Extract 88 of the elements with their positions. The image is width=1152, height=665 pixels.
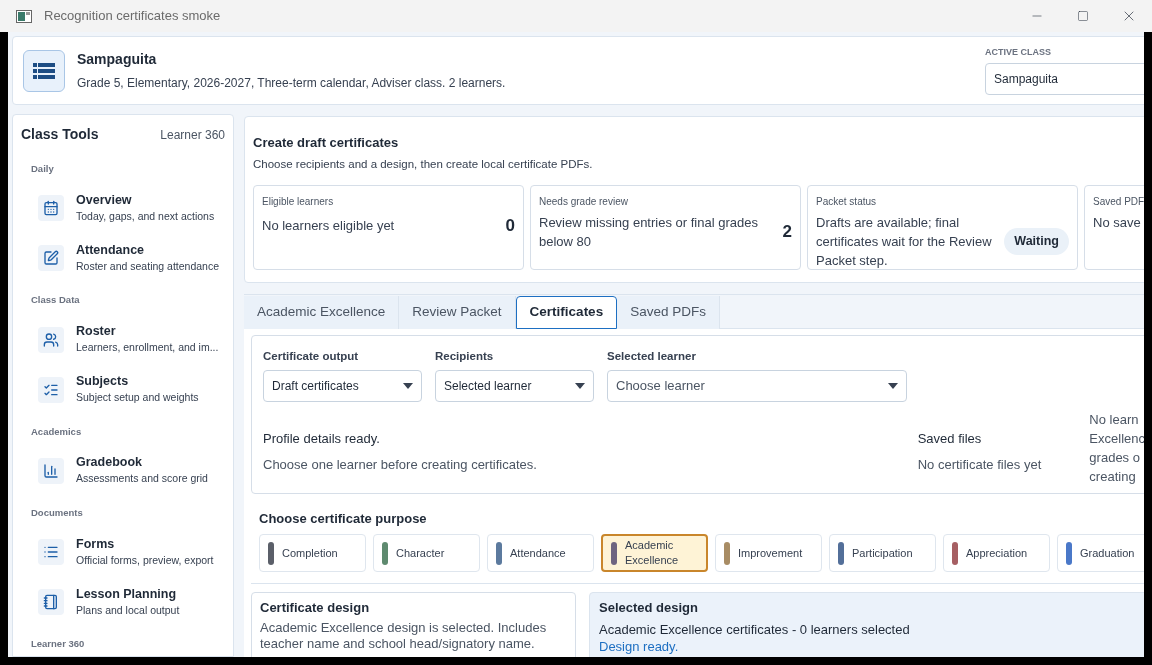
active-class-label: ACTIVE CLASS <box>985 46 1052 60</box>
item-title: Overview <box>76 191 133 208</box>
section-label: Daily <box>31 162 55 176</box>
purpose-option[interactable]: Graduation <box>1057 534 1144 573</box>
select-field[interactable]: Choose learner <box>607 370 907 402</box>
item-title: Roster <box>76 323 117 340</box>
item-subtitle: Plans and local output <box>76 602 180 618</box>
window-title: Recognition certificates smoke <box>44 7 221 26</box>
field-label: Selected learner <box>607 348 697 364</box>
sidebar-item[interactable]: Forms Official forms, preview, export <box>21 527 225 577</box>
people-icon <box>38 326 64 353</box>
select-field[interactable]: Selected learner <box>435 370 594 402</box>
summary-title: Create draft certificates <box>253 134 400 152</box>
maximize-icon <box>1077 10 1089 22</box>
item-subtitle: Subject setup and weights <box>76 390 199 406</box>
item-subtitle: Assessments and score grid <box>76 471 208 487</box>
purpose-option[interactable]: Academic Excellence <box>601 534 708 573</box>
section-label: Class Data <box>31 293 81 308</box>
selected-design-title: Selected design <box>599 599 699 618</box>
status-title: Profile details ready. <box>263 430 381 448</box>
stat-value: 0 <box>505 214 515 237</box>
stat-label: Eligible learners <box>262 194 335 209</box>
caret-icon <box>888 383 898 389</box>
purpose-option[interactable]: Attendance <box>487 534 594 573</box>
item-subtitle: Learners, enrollment, and im... <box>76 340 219 356</box>
sidebar-item[interactable]: Attendance Roster and seating attendance <box>21 233 225 284</box>
active-class-field[interactable]: Sampaguita <box>985 62 1144 95</box>
item-title: Attendance <box>76 241 146 258</box>
purpose-option[interactable]: Participation <box>829 534 936 573</box>
files-title: Saved files <box>917 430 983 448</box>
table-icon <box>23 49 65 92</box>
select-field[interactable]: Draft certificates <box>263 370 422 402</box>
summary-subtitle: Choose recipients and a design, then create local certificate PDFs. <box>253 156 594 172</box>
design-text: Academic Excellence design is selected. Includes teacher name and school head/signatory name. <box>260 619 548 652</box>
item-title: Gradebook <box>76 454 143 471</box>
item-subtitle: Official forms, preview, export <box>76 552 214 568</box>
sidebar-item[interactable]: Subjects Subject setup and weights <box>21 364 225 415</box>
purpose-option[interactable]: Appreciation <box>943 534 1050 573</box>
learner-360-link[interactable]: Learner 360 <box>160 125 225 144</box>
sidebar-item[interactable]: Overview Today, gaps, and next actions <box>21 183 225 234</box>
checklist-icon <box>38 376 64 403</box>
files-text: No certificate files yet <box>917 455 1043 474</box>
item-title: Forms <box>76 535 116 552</box>
purpose-title: Choose certificate purpose <box>259 509 428 528</box>
design-status: Design ready. <box>599 638 680 655</box>
chart-icon <box>38 457 64 484</box>
sidebar-title: Class Tools <box>21 125 99 144</box>
stat-label: Needs grade review <box>539 194 629 209</box>
class-title: Sampaguita <box>77 50 158 69</box>
stat-text: No learners eligible yet <box>262 217 396 235</box>
item-subtitle: Today, gaps, and next actions <box>76 208 215 224</box>
stat-text: Drafts are available; final certificates wait for the Review Packet step. <box>816 213 993 269</box>
item-subtitle: Roster and seating attendance <box>76 258 220 274</box>
item-title: Lesson Planning <box>76 585 177 602</box>
design-title: Certificate design <box>260 599 371 618</box>
status-badge: Waiting <box>1004 227 1069 255</box>
notebook-icon <box>38 589 64 615</box>
caret-icon <box>575 383 585 389</box>
pen-square-icon <box>38 245 64 272</box>
selected-design-text: Academic Excellence certificates - 0 learners selected <box>599 620 911 638</box>
stat-value: 2 <box>782 221 792 243</box>
tab[interactable]: Review Packet <box>399 295 516 329</box>
section-label: Learner 360 <box>31 637 86 651</box>
purpose-option[interactable]: Character <box>373 534 480 573</box>
purpose-option[interactable]: Improvement <box>715 534 822 573</box>
status-text: Choose one learner before creating certificates. <box>263 455 538 474</box>
section-label: Documents <box>31 505 84 520</box>
tab[interactable]: Saved PDFs <box>617 295 720 329</box>
class-subtitle: Grade 5, Elementary, 2026-2027, Three-term calendar, Adviser class. 2 learners. <box>77 75 506 92</box>
field-label: Certificate output <box>263 348 360 364</box>
item-title: Subjects <box>76 373 130 390</box>
stat-label: Saved PDF <box>1093 194 1144 209</box>
purpose-option[interactable]: Completion <box>259 534 366 573</box>
stat-text: Review missing entries or final grades below 80 <box>539 213 759 251</box>
tab[interactable]: Certificates <box>515 295 618 329</box>
calendar-icon <box>38 195 64 222</box>
tab[interactable]: Academic Excellence <box>244 295 400 329</box>
note-text: No learn Excellenc grades o creating <box>1089 411 1144 486</box>
list-icon <box>38 539 64 565</box>
sidebar-item[interactable]: Roster Learners, enrollment, and im... <box>21 314 225 365</box>
stat-text: No save <box>1093 213 1142 232</box>
field-label: Recipients <box>435 348 495 364</box>
caret-icon <box>403 383 413 389</box>
stat-label: Packet status <box>816 194 878 209</box>
app-icon <box>16 9 32 23</box>
sidebar-item[interactable]: Lesson Planning Plans and local output <box>21 577 225 627</box>
section-label: Academics <box>31 424 83 439</box>
sidebar-item[interactable]: Gradebook Assessments and score grid <box>21 445 225 496</box>
